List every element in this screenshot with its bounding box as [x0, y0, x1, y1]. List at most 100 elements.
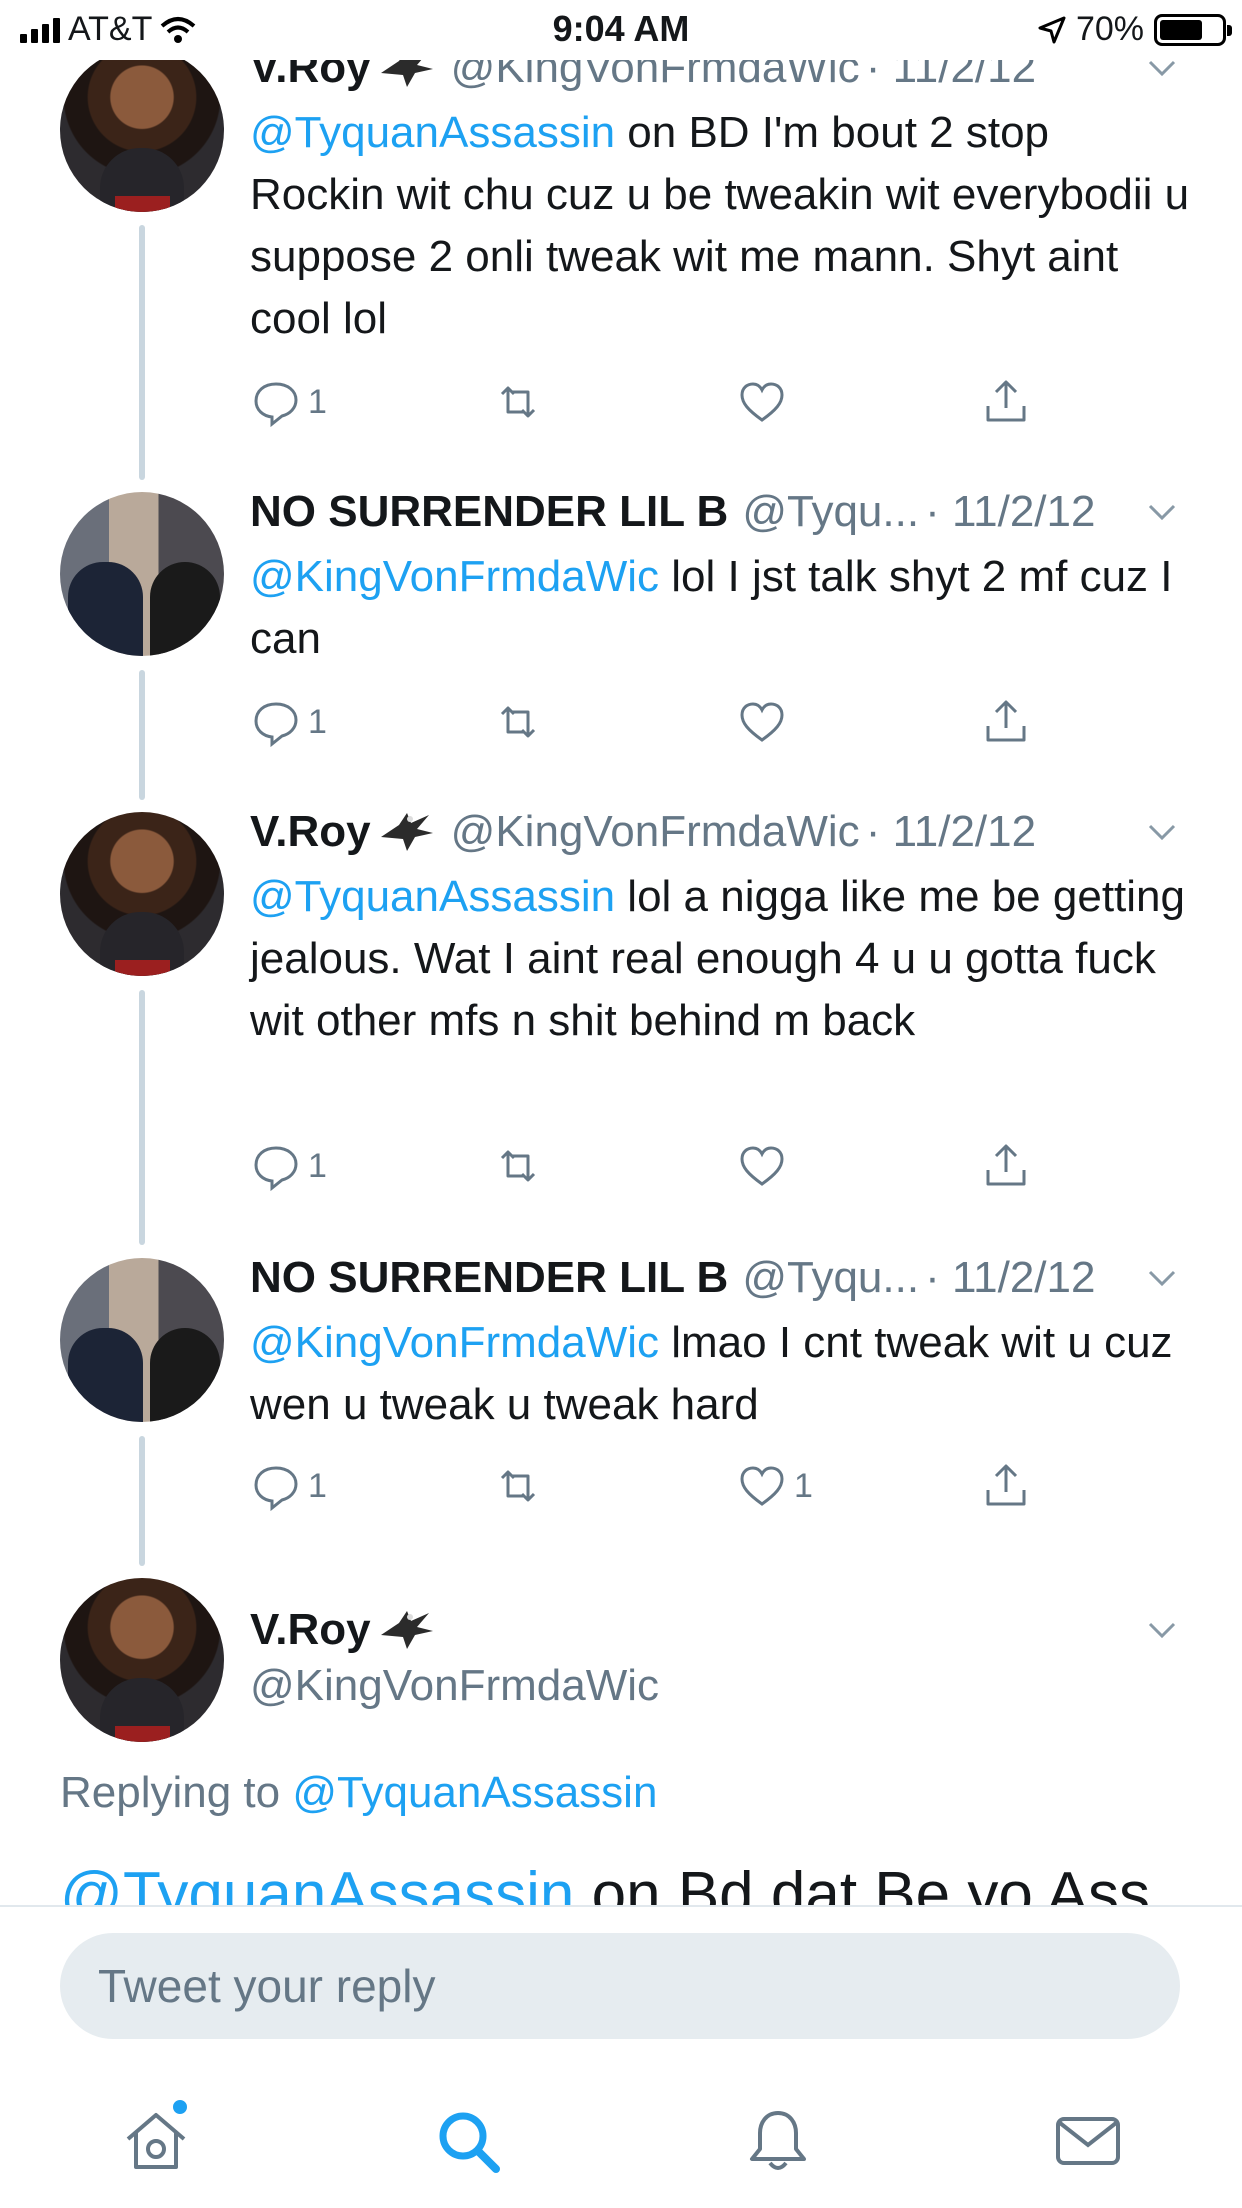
chevron-down-icon[interactable] — [1142, 492, 1182, 532]
avatar[interactable] — [60, 492, 224, 656]
tab-notifications[interactable] — [742, 2105, 814, 2177]
avatar[interactable] — [60, 1578, 224, 1742]
search-icon — [439, 2112, 500, 2173]
user-handle[interactable]: @KingVonFrmdaWic — [250, 1661, 659, 1711]
retweet-icon — [500, 1470, 536, 1502]
heart-icon — [740, 1146, 784, 1186]
heart-icon — [740, 702, 784, 742]
battery-group: 70% — [1038, 10, 1232, 49]
avatar[interactable] — [60, 812, 224, 976]
heart-icon — [740, 382, 784, 422]
retweet-icon — [500, 386, 536, 418]
like-button[interactable] — [736, 1136, 794, 1196]
tab-home[interactable] — [120, 2097, 192, 2177]
display-name[interactable]: V.Roy — [250, 1605, 371, 1655]
location-arrow-icon — [1038, 16, 1066, 43]
tweet-text: @TyquanAssassin lol a nigga like me be g… — [250, 866, 1192, 1052]
replying-to-link[interactable]: @TyquanAssassin — [292, 1768, 657, 1817]
share-button[interactable] — [980, 372, 1032, 432]
tweet-thread: V.Roy @KingVonFrmdaWic · 11/2/12 @Tyquan… — [0, 0, 1242, 1905]
tweet-text: @TyquanAssassin on Bd dat Be yo Ass — [60, 1855, 1150, 1905]
tweet-handle-row: @KingVonFrmdaWic — [250, 1656, 1182, 1716]
tweet-header: NO SURRENDER LIL B @Tyqu... · 11/2/12 — [250, 1248, 1182, 1308]
battery-icon — [1154, 13, 1232, 46]
reply-count: 1 — [308, 1466, 327, 1505]
reply-button[interactable]: 1 — [250, 692, 327, 752]
tweet-actions: 1 1 — [250, 1456, 1050, 1516]
display-name[interactable]: V.Roy — [250, 807, 371, 857]
reply-button[interactable]: 1 — [250, 1456, 327, 1516]
eagle-emoji-icon — [380, 813, 433, 851]
reply-count: 1 — [308, 702, 327, 741]
avatar[interactable] — [60, 1258, 224, 1422]
avatar[interactable] — [60, 48, 224, 212]
share-button[interactable] — [980, 1136, 1032, 1196]
retweet-button[interactable] — [492, 692, 544, 752]
tweet-text: @TyquanAssassin on BD I'm bout 2 stop Ro… — [250, 102, 1192, 350]
chevron-down-icon[interactable] — [1142, 1610, 1182, 1650]
thread-line — [139, 1436, 145, 1566]
thread-line — [139, 670, 145, 800]
mention-link[interactable]: @KingVonFrmdaWic — [250, 1318, 659, 1367]
reply-icon — [254, 702, 298, 748]
user-handle[interactable]: @Tyqu... — [742, 487, 919, 537]
like-button[interactable] — [736, 372, 794, 432]
heart-icon — [740, 1466, 784, 1506]
unread-dot — [170, 2097, 190, 2117]
retweet-button[interactable] — [492, 372, 544, 432]
tweet-actions: 1 — [250, 372, 1050, 432]
like-count: 1 — [794, 1466, 813, 1505]
reply-button[interactable]: 1 — [250, 1136, 327, 1196]
tab-messages[interactable] — [1052, 2105, 1124, 2177]
display-name[interactable]: NO SURRENDER LIL B — [250, 487, 728, 537]
share-button[interactable] — [980, 1456, 1032, 1516]
tweet-date: · 11/2/12 — [865, 807, 1037, 856]
mention-link[interactable]: @KingVonFrmdaWic — [250, 552, 659, 601]
tab-bar — [0, 2045, 1242, 2208]
messages-icon — [1056, 2117, 1120, 2165]
battery-percent: 70% — [1075, 10, 1144, 48]
reply-icon — [254, 382, 298, 428]
tweet-actions: 1 — [250, 692, 1050, 752]
share-button[interactable] — [980, 692, 1032, 752]
reply-bar: Tweet your reply — [0, 1905, 1242, 2045]
mention-link[interactable]: @TyquanAssassin — [250, 108, 615, 157]
user-handle[interactable]: @Tyqu... — [742, 1253, 919, 1303]
tweet-header: V.Roy @KingVonFrmdaWic · 11/2/12 — [250, 802, 1182, 862]
share-icon — [986, 700, 1026, 742]
tab-search[interactable] — [432, 2105, 504, 2177]
notifications-icon — [750, 2111, 806, 2170]
reply-count: 1 — [308, 382, 327, 421]
replying-to: Replying to @TyquanAssassin — [60, 1768, 657, 1818]
share-icon — [986, 1464, 1026, 1506]
chevron-down-icon[interactable] — [1142, 1258, 1182, 1298]
tweet-date: · 11/2/12 — [925, 487, 1096, 536]
reply-button[interactable]: 1 — [250, 372, 327, 432]
user-handle[interactable]: @KingVonFrmdaWic — [451, 807, 860, 857]
share-icon — [986, 1144, 1026, 1186]
thread-line — [139, 225, 145, 480]
reply-icon — [254, 1146, 298, 1192]
status-bar: AT&T 9:04 AM 70% — [0, 0, 1242, 60]
tweet-header: NO SURRENDER LIL B @Tyqu... · 11/2/12 — [250, 482, 1182, 542]
reply-input[interactable]: Tweet your reply — [60, 1933, 1180, 2039]
reply-count: 1 — [308, 1146, 327, 1185]
tweet-date: · 11/2/12 — [925, 1253, 1096, 1302]
eagle-emoji-icon — [380, 1611, 433, 1649]
retweet-button[interactable] — [492, 1136, 544, 1196]
retweet-button[interactable] — [492, 1456, 544, 1516]
like-button[interactable]: 1 — [736, 1456, 813, 1516]
tweet-actions: 1 — [250, 1136, 1050, 1196]
mention-link[interactable]: @TyquanAssassin — [250, 872, 615, 921]
share-icon — [986, 380, 1026, 422]
tweet-text: @KingVonFrmdaWic lmao I cnt tweak wit u … — [250, 1312, 1192, 1436]
reply-icon — [254, 1466, 298, 1512]
tweet-text: @KingVonFrmdaWic lol I jst talk shyt 2 m… — [250, 546, 1192, 670]
chevron-down-icon[interactable] — [1142, 812, 1182, 852]
retweet-icon — [500, 1150, 536, 1182]
replying-label: Replying to — [60, 1768, 293, 1817]
mention-link[interactable]: @TyquanAssassin — [60, 1860, 574, 1905]
like-button[interactable] — [736, 692, 794, 752]
display-name[interactable]: NO SURRENDER LIL B — [250, 1253, 728, 1303]
retweet-icon — [500, 706, 536, 738]
